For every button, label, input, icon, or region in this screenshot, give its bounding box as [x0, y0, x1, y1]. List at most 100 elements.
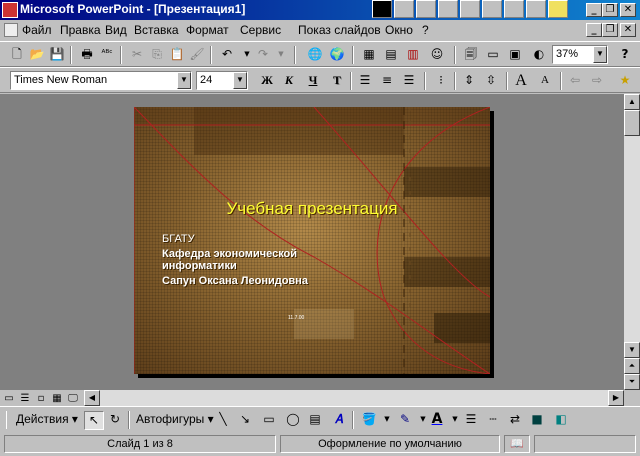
zoom-combo[interactable]: 37% ▼	[552, 45, 608, 64]
bold-button[interactable]: Ж	[258, 72, 276, 89]
quicklaunch-icon-1[interactable]	[372, 0, 392, 18]
align-left-icon[interactable]: ☰	[356, 72, 374, 89]
menu-slideshow[interactable]: Показ слайдов	[298, 23, 381, 37]
insert-word-table-icon[interactable]: ▤	[382, 46, 400, 63]
wordart-icon[interactable]: 𝐴	[330, 411, 348, 428]
insert-table-icon[interactable]: ▦	[360, 46, 378, 63]
menu-window[interactable]: Окно	[385, 23, 413, 37]
save-icon[interactable]: 💾	[48, 46, 66, 63]
line-icon[interactable]: ╲	[214, 411, 232, 428]
spelling-status-icon[interactable]: 📖	[504, 435, 530, 453]
slide-subtitle-line-2[interactable]: Кафедра экономической	[162, 248, 297, 260]
horizontal-scroll-track[interactable]	[100, 390, 608, 406]
shrink-font-button[interactable]: A	[536, 72, 554, 89]
menu-edit[interactable]: Правка	[60, 23, 101, 37]
scroll-up-icon[interactable]: ▲	[624, 94, 640, 110]
next-slide-icon[interactable]: ⏷	[624, 374, 640, 390]
hyperlink-icon[interactable]: 🌐	[306, 46, 324, 63]
menu-format[interactable]: Формат	[186, 23, 229, 37]
increase-spacing-icon[interactable]: ⇕	[460, 72, 478, 89]
font-name-combo[interactable]: Times New Roman ▼	[10, 71, 192, 90]
menu-help[interactable]: ?	[422, 23, 429, 37]
help-icon[interactable]: ?	[616, 46, 634, 63]
slide-subtitle-line-4[interactable]: Сапун Оксана Леонидовна	[162, 275, 308, 287]
textbox-icon[interactable]: ▤	[306, 411, 324, 428]
minimize-button[interactable]: _	[586, 3, 602, 17]
restore-button[interactable]: ❐	[602, 3, 618, 17]
redo-icon[interactable]: ↷	[254, 46, 272, 63]
quicklaunch-icon-7[interactable]	[504, 0, 524, 18]
font-color-button[interactable]: A	[428, 411, 446, 428]
doc-restore-button[interactable]: ❐	[602, 23, 618, 37]
copy-icon[interactable]: ⎘	[148, 46, 166, 63]
fill-color-icon[interactable]: 🪣	[360, 411, 378, 428]
chevron-down-icon[interactable]: ▼	[593, 46, 607, 63]
quicklaunch-icon-3[interactable]	[416, 0, 436, 18]
fill-color-dropdown-icon[interactable]: ▼	[378, 411, 396, 428]
line-style-icon[interactable]: ☰	[462, 411, 480, 428]
actions-menu[interactable]: Действия ▾	[16, 412, 78, 426]
grayscale-icon[interactable]: ◐	[530, 46, 548, 63]
print-icon[interactable]: 🖶	[78, 46, 96, 63]
menu-file[interactable]: Файл	[22, 23, 52, 37]
doc-minimize-button[interactable]: _	[586, 23, 602, 37]
new-slide-icon[interactable]: 🗐	[462, 46, 480, 63]
insert-clipart-icon[interactable]: ☺	[428, 46, 446, 63]
grow-font-button[interactable]: A	[512, 72, 530, 89]
slide-canvas[interactable]: Учебная презентация БГАТУ Кафедра эконом…	[134, 107, 490, 374]
web-toolbar-icon[interactable]: 🌍	[328, 46, 346, 63]
demote-icon[interactable]: ⇨	[588, 72, 606, 89]
doc-close-button[interactable]: ✕	[620, 23, 636, 37]
scroll-left-icon[interactable]: ◀	[84, 390, 100, 406]
powerpoint-app-icon[interactable]	[2, 2, 18, 18]
chevron-down-icon[interactable]: ▼	[177, 72, 191, 89]
align-right-icon[interactable]: ☰	[400, 72, 418, 89]
menu-insert[interactable]: Вставка	[134, 23, 179, 37]
background-icon[interactable]: ▣	[506, 46, 524, 63]
scroll-right-icon[interactable]: ▶	[608, 390, 624, 406]
font-size-combo[interactable]: 24 ▼	[196, 71, 248, 90]
oval-icon[interactable]: ◯	[284, 411, 302, 428]
scroll-thumb[interactable]	[624, 110, 640, 136]
promote-icon[interactable]: ⇦	[566, 72, 584, 89]
menu-view[interactable]: Вид	[105, 23, 127, 37]
outline-view-icon[interactable]: ☰	[18, 390, 32, 407]
document-icon[interactable]	[4, 23, 18, 37]
animation-effects-icon[interactable]: ★	[616, 72, 634, 89]
office-assistant-icon[interactable]	[548, 0, 568, 18]
slide-sorter-view-icon[interactable]: ▦	[50, 390, 64, 407]
slide-subtitle-line-3[interactable]: информатики	[162, 260, 237, 272]
slide-view-icon[interactable]: ▫	[34, 390, 48, 407]
underline-button[interactable]: Ч	[304, 72, 322, 89]
arrow-style-icon[interactable]: ⇄	[506, 411, 524, 428]
decrease-spacing-icon[interactable]: ⇳	[482, 72, 500, 89]
select-objects-icon[interactable]: ↖	[84, 411, 104, 430]
arrow-icon[interactable]: ↘	[236, 411, 254, 428]
scroll-down-icon[interactable]: ▼	[624, 342, 640, 358]
bullets-icon[interactable]: ⁝	[432, 72, 450, 89]
align-center-icon[interactable]: ≡	[378, 72, 396, 89]
cut-icon[interactable]: ✂	[128, 46, 146, 63]
vertical-scrollbar[interactable]: ▲ ▼ ⏶ ⏷	[624, 94, 640, 390]
quicklaunch-icon-6[interactable]	[482, 0, 502, 18]
open-icon[interactable]: 📂	[28, 46, 46, 63]
dash-style-icon[interactable]: ┄	[484, 411, 502, 428]
italic-button[interactable]: К	[280, 72, 298, 89]
menu-tools[interactable]: Сервис	[240, 23, 281, 37]
slideshow-view-icon[interactable]: 🖵	[66, 390, 80, 407]
paste-icon[interactable]: 📋	[168, 46, 186, 63]
3d-icon[interactable]: ◧	[552, 411, 570, 428]
close-button[interactable]: ✕	[620, 3, 636, 17]
chevron-down-icon[interactable]: ▼	[233, 72, 247, 89]
quicklaunch-icon-4[interactable]	[438, 0, 458, 18]
previous-slide-icon[interactable]: ⏶	[624, 358, 640, 374]
new-icon[interactable]: 🗋	[8, 46, 26, 63]
slide-layout-icon[interactable]: ▭	[484, 46, 502, 63]
quicklaunch-icon-5[interactable]	[460, 0, 480, 18]
quicklaunch-icon-8[interactable]	[526, 0, 546, 18]
undo-icon[interactable]: ↶	[218, 46, 236, 63]
slide-subtitle-line-1[interactable]: БГАТУ	[162, 233, 195, 245]
shadow-icon[interactable]: ■	[528, 411, 546, 428]
format-painter-icon[interactable]: 🖌	[188, 46, 206, 63]
slide-title[interactable]: Учебная презентация	[134, 199, 490, 219]
